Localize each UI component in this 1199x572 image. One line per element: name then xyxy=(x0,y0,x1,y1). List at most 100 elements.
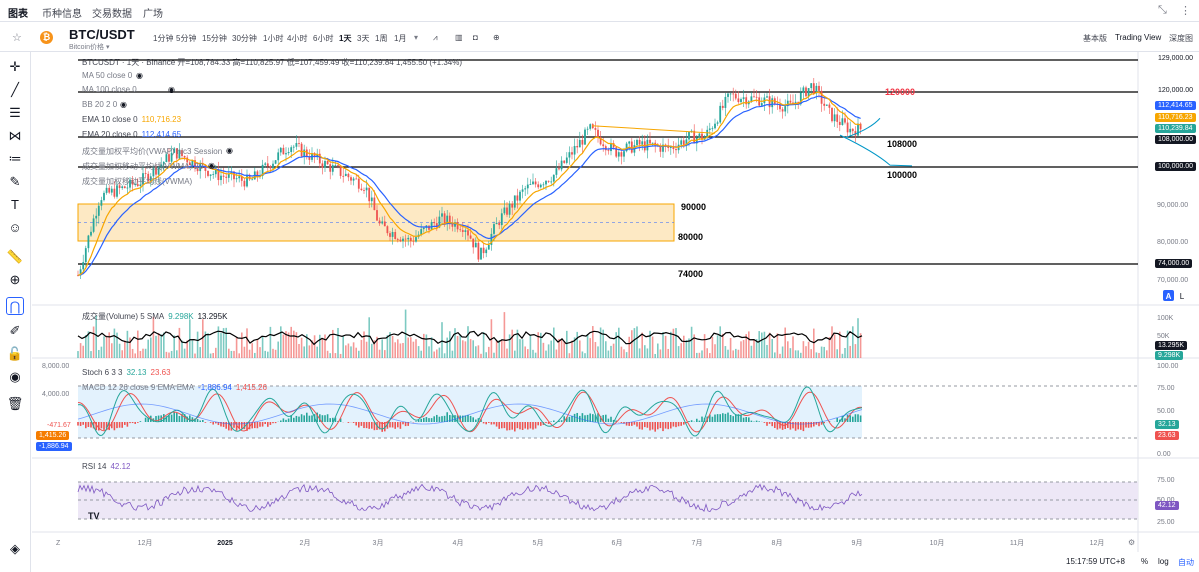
symbol-subtitle[interactable]: Bitcoin价格 ▾ xyxy=(69,42,109,52)
ema10-legend[interactable]: EMA 10 close 0 110,716.23 xyxy=(82,115,185,124)
volume-bar xyxy=(144,348,147,358)
volume-bar xyxy=(477,345,480,358)
fib-icon[interactable]: ≔ xyxy=(6,150,24,168)
candle-body xyxy=(828,104,831,108)
macd-histogram-bar xyxy=(77,422,79,426)
macd-histogram-bar xyxy=(495,422,498,427)
price-chart-canvas[interactable]: 120000108000100000900008000074000110,000… xyxy=(32,52,1199,557)
visibility-eye-icon[interactable]: ◉ xyxy=(226,146,233,155)
collapse-icon[interactable]: ⤡ xyxy=(1158,4,1167,17)
volume-bar xyxy=(451,350,454,358)
annotation-80000: 80000 xyxy=(678,232,703,242)
depth-chart-button[interactable]: 深度图 xyxy=(1169,33,1193,44)
visibility-eye-icon[interactable]: ◉ xyxy=(168,85,175,94)
vwap-legend[interactable]: 成交量加权平均价(VWAP) hlc3 Session xyxy=(82,146,226,157)
zoom-icon[interactable]: ⊕ xyxy=(6,271,24,289)
percent-toggle[interactable]: % xyxy=(1141,557,1148,566)
timeframe-9[interactable]: 1周 xyxy=(375,33,387,44)
more-icon[interactable]: ⋮ xyxy=(1180,4,1191,17)
favorite-star-icon[interactable]: ☆ xyxy=(12,31,22,44)
layers-icon[interactable]: ◈ xyxy=(6,540,24,558)
trash-icon[interactable]: 🗑 xyxy=(6,395,24,413)
volume-bar xyxy=(196,331,199,358)
macd-histogram-bar xyxy=(256,422,259,429)
volume-bar xyxy=(397,339,399,358)
macd-histogram-bar xyxy=(436,414,438,422)
volume-legend[interactable]: 成交量(Volume) 5 SMA 9.298K 13.295K xyxy=(82,311,231,322)
text-icon[interactable]: T xyxy=(6,196,24,214)
tab-coin-info[interactable]: 币种信息 xyxy=(42,5,82,20)
rsi-legend[interactable]: RSI 14 42.12 xyxy=(82,462,135,471)
trend-line-icon[interactable]: ╱ xyxy=(6,81,24,99)
visibility-eye-icon[interactable]: ◉ xyxy=(120,100,127,109)
macd-legend[interactable]: MACD 12 26 close 9 EMA EMA -1,886.94 1,415… xyxy=(82,383,271,392)
macd-histogram-bar xyxy=(472,417,474,422)
candle-body xyxy=(851,128,854,132)
lock-icon[interactable]: 🔓 xyxy=(6,345,24,363)
timeframe-0[interactable]: 1分钟 xyxy=(153,33,173,44)
volume-legend-text: 9.298K xyxy=(168,312,194,321)
magnet-icon[interactable]: ⋂ xyxy=(6,297,24,315)
volume-bar xyxy=(98,349,100,358)
visibility-eye-icon[interactable]: ◉ xyxy=(136,71,143,80)
brush-icon[interactable]: ✎ xyxy=(6,173,24,191)
vwma20-legend[interactable]: 成交量加权移动平均线(VWMA) 20 xyxy=(82,161,207,172)
visibility-eye-icon[interactable]: ◉ xyxy=(208,161,215,170)
macd-histogram-bar xyxy=(592,414,594,422)
stoch-legend[interactable]: Stoch 6 3 3 32.13 23.63 xyxy=(82,368,175,377)
volume-bar xyxy=(677,346,680,358)
timeframe-8[interactable]: 3天 xyxy=(357,33,369,44)
eye-icon[interactable]: ◉ xyxy=(6,368,24,386)
tradingview-button[interactable]: Trading View xyxy=(1115,33,1161,42)
timeframe-3[interactable]: 30分钟 xyxy=(232,33,257,44)
timeframe-dropdown-icon[interactable]: ▾ xyxy=(414,33,418,42)
timeframe-2[interactable]: 15分钟 xyxy=(202,33,227,44)
lock-drawing-icon[interactable]: ✐ xyxy=(6,322,24,340)
tab-chart[interactable]: 图表 xyxy=(8,5,28,20)
pattern-icon[interactable]: ⋈ xyxy=(6,127,24,145)
volume-bar xyxy=(155,335,157,358)
emoji-icon[interactable]: ☺ xyxy=(6,219,24,237)
timeframe-4[interactable]: 1小时 xyxy=(263,33,283,44)
timeframe-6[interactable]: 6小时 xyxy=(313,33,333,44)
candle-body xyxy=(365,187,368,191)
timeframe-1[interactable]: 5分钟 xyxy=(176,33,196,44)
candle-body xyxy=(415,237,417,242)
ruler-icon[interactable]: 📏 xyxy=(6,248,24,266)
timeframe-10[interactable]: 1月 xyxy=(394,33,406,44)
macd-histogram-bar xyxy=(745,417,747,422)
time-axis-tick: 11月 xyxy=(1010,539,1024,547)
crosshair-icon[interactable]: ✛ xyxy=(6,58,24,76)
symbol-name[interactable]: BTC/USDT xyxy=(69,27,135,42)
log-toggle[interactable]: log xyxy=(1158,557,1169,566)
macd-label-c: -1,886.94 xyxy=(36,442,72,451)
macd-histogram-bar xyxy=(269,422,272,425)
tab-square[interactable]: 广场 xyxy=(143,5,163,20)
chart-type-icon[interactable]: ▥ xyxy=(455,33,463,42)
macd-histogram-bar xyxy=(553,420,555,422)
vwma-legend[interactable]: 成交量加权移动平均线(VWMA) xyxy=(82,176,196,187)
timeframe-7[interactable]: 1天 xyxy=(339,33,351,44)
auto-toggle[interactable]: 自动 xyxy=(1178,557,1194,568)
add-icon[interactable]: ⊕ xyxy=(493,33,500,42)
ema10-legend-text: 110,716.23 xyxy=(141,115,182,124)
candle-body xyxy=(789,100,792,103)
macd-histogram-bar xyxy=(347,422,350,423)
bb-legend[interactable]: BB 20 2 0 xyxy=(82,100,121,109)
volume-bar xyxy=(92,326,95,358)
screenshot-icon[interactable]: ◘ xyxy=(473,33,478,42)
ema20-legend[interactable]: EMA 20 close 0 112,414.65 xyxy=(82,130,185,139)
ohlc-legend[interactable]: BTCUSDT · 1天 · Binance 开=108,784.33 高=11… xyxy=(82,57,466,68)
macd-histogram-bar xyxy=(610,416,612,422)
candle-body xyxy=(581,139,584,145)
tab-trading-data[interactable]: 交易数据 xyxy=(92,5,132,20)
indicators-icon[interactable]: ⩘ xyxy=(433,33,438,43)
candle-body xyxy=(682,140,685,145)
candle-body xyxy=(285,153,287,155)
ma100-legend[interactable]: MA 100 close 0 xyxy=(82,85,141,94)
ma50-legend[interactable]: MA 50 close 0 xyxy=(82,71,136,80)
horizontal-lines-icon[interactable]: ☰ xyxy=(6,104,24,122)
volume-bar xyxy=(142,348,144,358)
timeframe-5[interactable]: 4小时 xyxy=(287,33,307,44)
basic-view-button[interactable]: 基本版 xyxy=(1083,33,1107,44)
